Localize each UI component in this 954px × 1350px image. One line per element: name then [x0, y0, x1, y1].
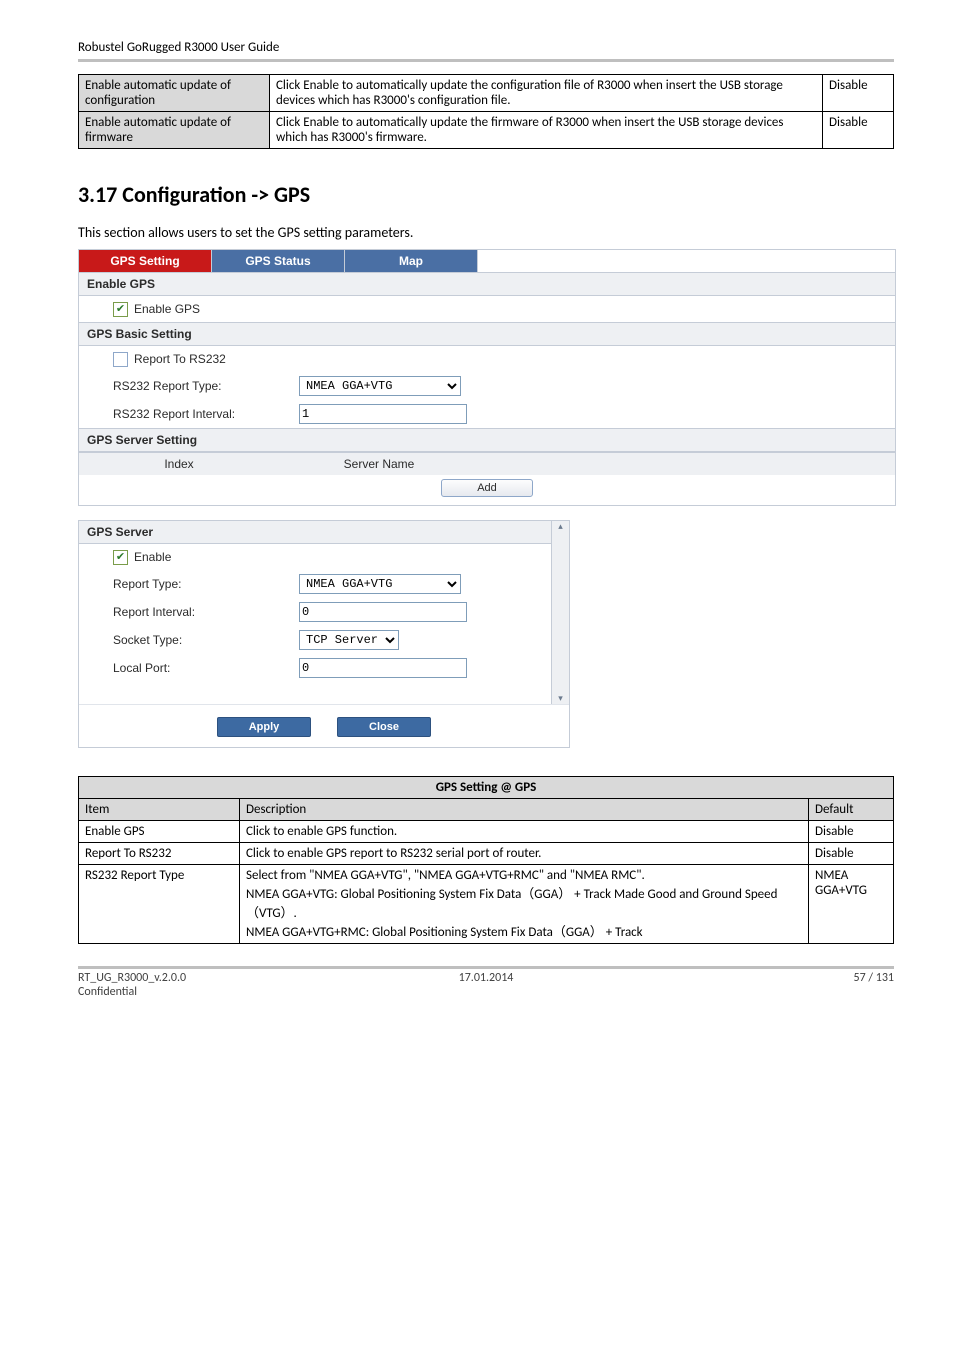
head-desc: Description — [240, 799, 809, 821]
cell-item: Enable automatic update of configuration — [79, 75, 270, 112]
scroll-down-icon[interactable]: ▾ — [558, 693, 563, 704]
intro-text: This section allows users to set the GPS… — [78, 224, 894, 241]
checkbox-report-rs232[interactable]: ✔ — [113, 352, 128, 367]
tab-map[interactable]: Map — [345, 250, 478, 272]
cell-default: Disable — [823, 112, 894, 149]
col-server-name: Server Name — [279, 453, 479, 475]
footer-left-1: RT_UG_R3000_v.2.0.0 — [78, 971, 186, 985]
doc-header: Robustel GoRugged R3000 User Guide — [78, 40, 894, 55]
checkbox-enable-gps[interactable]: ✔ — [113, 302, 128, 317]
footer-rule — [78, 966, 894, 969]
add-button[interactable]: Add — [441, 479, 533, 497]
gps-setting-panel: GPS Setting GPS Status Map Enable GPS ✔ … — [78, 249, 896, 506]
table-caption: GPS Setting @ GPS — [79, 777, 894, 799]
apply-button[interactable]: Apply — [217, 717, 311, 737]
label-report-type: Report Type: — [113, 577, 299, 591]
input-local-port[interactable] — [299, 658, 467, 678]
head-item: Item — [79, 799, 240, 821]
select-socket-type[interactable]: TCP Server — [299, 630, 399, 650]
label-socket-type: Socket Type: — [113, 633, 299, 647]
scroll-up-icon[interactable]: ▴ — [558, 521, 563, 532]
cell-item: Enable automatic update of firmware — [79, 112, 270, 149]
tab-gps-status[interactable]: GPS Status — [212, 250, 345, 272]
input-report-interval[interactable] — [299, 602, 467, 622]
close-button[interactable]: Close — [337, 717, 431, 737]
label-report-rs232: Report To RS232 — [134, 352, 226, 366]
section-heading: 3.17 Configuration -> GPS — [78, 181, 894, 208]
scrollbar[interactable]: ▴ ▾ — [551, 521, 569, 704]
head-default: Default — [809, 799, 894, 821]
cell-item: Report To RS232 — [79, 843, 240, 865]
label-enable-gps: Enable GPS — [134, 302, 200, 316]
input-rs232-interval[interactable] — [299, 404, 467, 424]
table-row: Enable GPS Click to enable GPS function.… — [79, 821, 894, 843]
top-config-table: Enable automatic update of configuration… — [78, 74, 894, 149]
band-gps-server-setting: GPS Server Setting — [79, 428, 895, 452]
checkbox-server-enable[interactable]: ✔ — [113, 550, 128, 565]
header-rule — [78, 59, 894, 62]
cell-default: NMEA GGA+VTG — [809, 865, 894, 944]
tab-spacer — [478, 250, 895, 272]
col-index: Index — [79, 453, 279, 475]
label-rs232-interval: RS232 Report Interval: — [113, 407, 299, 421]
label-local-port: Local Port: — [113, 661, 299, 675]
label-server-enable: Enable — [134, 550, 171, 564]
select-report-type[interactable]: NMEA GGA+VTG — [299, 574, 461, 594]
band-gps-server: GPS Server — [79, 521, 551, 544]
cell-default: Disable — [809, 821, 894, 843]
label-rs232-type: RS232 Report Type: — [113, 379, 299, 393]
footer-right: 57 / 131 — [622, 971, 894, 999]
table-row: Enable automatic update of firmware Clic… — [79, 112, 894, 149]
cell-item: Enable GPS — [79, 821, 240, 843]
tab-gps-setting[interactable]: GPS Setting — [79, 250, 212, 272]
cell-desc: Click Enable to automatically update the… — [270, 112, 823, 149]
gps-setting-table: GPS Setting @ GPS Item Description Defau… — [78, 776, 894, 944]
table-row: RS232 Report Type Select from "NMEA GGA+… — [79, 865, 894, 944]
label-report-interval: Report Interval: — [113, 605, 299, 619]
cell-item: RS232 Report Type — [79, 865, 240, 944]
band-enable-gps: Enable GPS — [79, 272, 895, 296]
cell-desc: Select from "NMEA GGA+VTG", "NMEA GGA+VT… — [240, 865, 809, 944]
footer-center: 17.01.2014 — [350, 971, 622, 999]
cell-desc: Click Enable to automatically update the… — [270, 75, 823, 112]
select-rs232-type[interactable]: NMEA GGA+VTG — [299, 376, 461, 396]
cell-desc: Click to enable GPS report to RS232 seri… — [240, 843, 809, 865]
cell-default: Disable — [823, 75, 894, 112]
footer-left-2: Confidential — [78, 985, 137, 999]
cell-desc: Click to enable GPS function. — [240, 821, 809, 843]
cell-default: Disable — [809, 843, 894, 865]
table-row: Enable automatic update of configuration… — [79, 75, 894, 112]
gps-server-dialog: GPS Server ✔ Enable Report Type: NMEA GG… — [78, 520, 570, 748]
table-row: Report To RS232 Click to enable GPS repo… — [79, 843, 894, 865]
band-gps-basic: GPS Basic Setting — [79, 322, 895, 346]
